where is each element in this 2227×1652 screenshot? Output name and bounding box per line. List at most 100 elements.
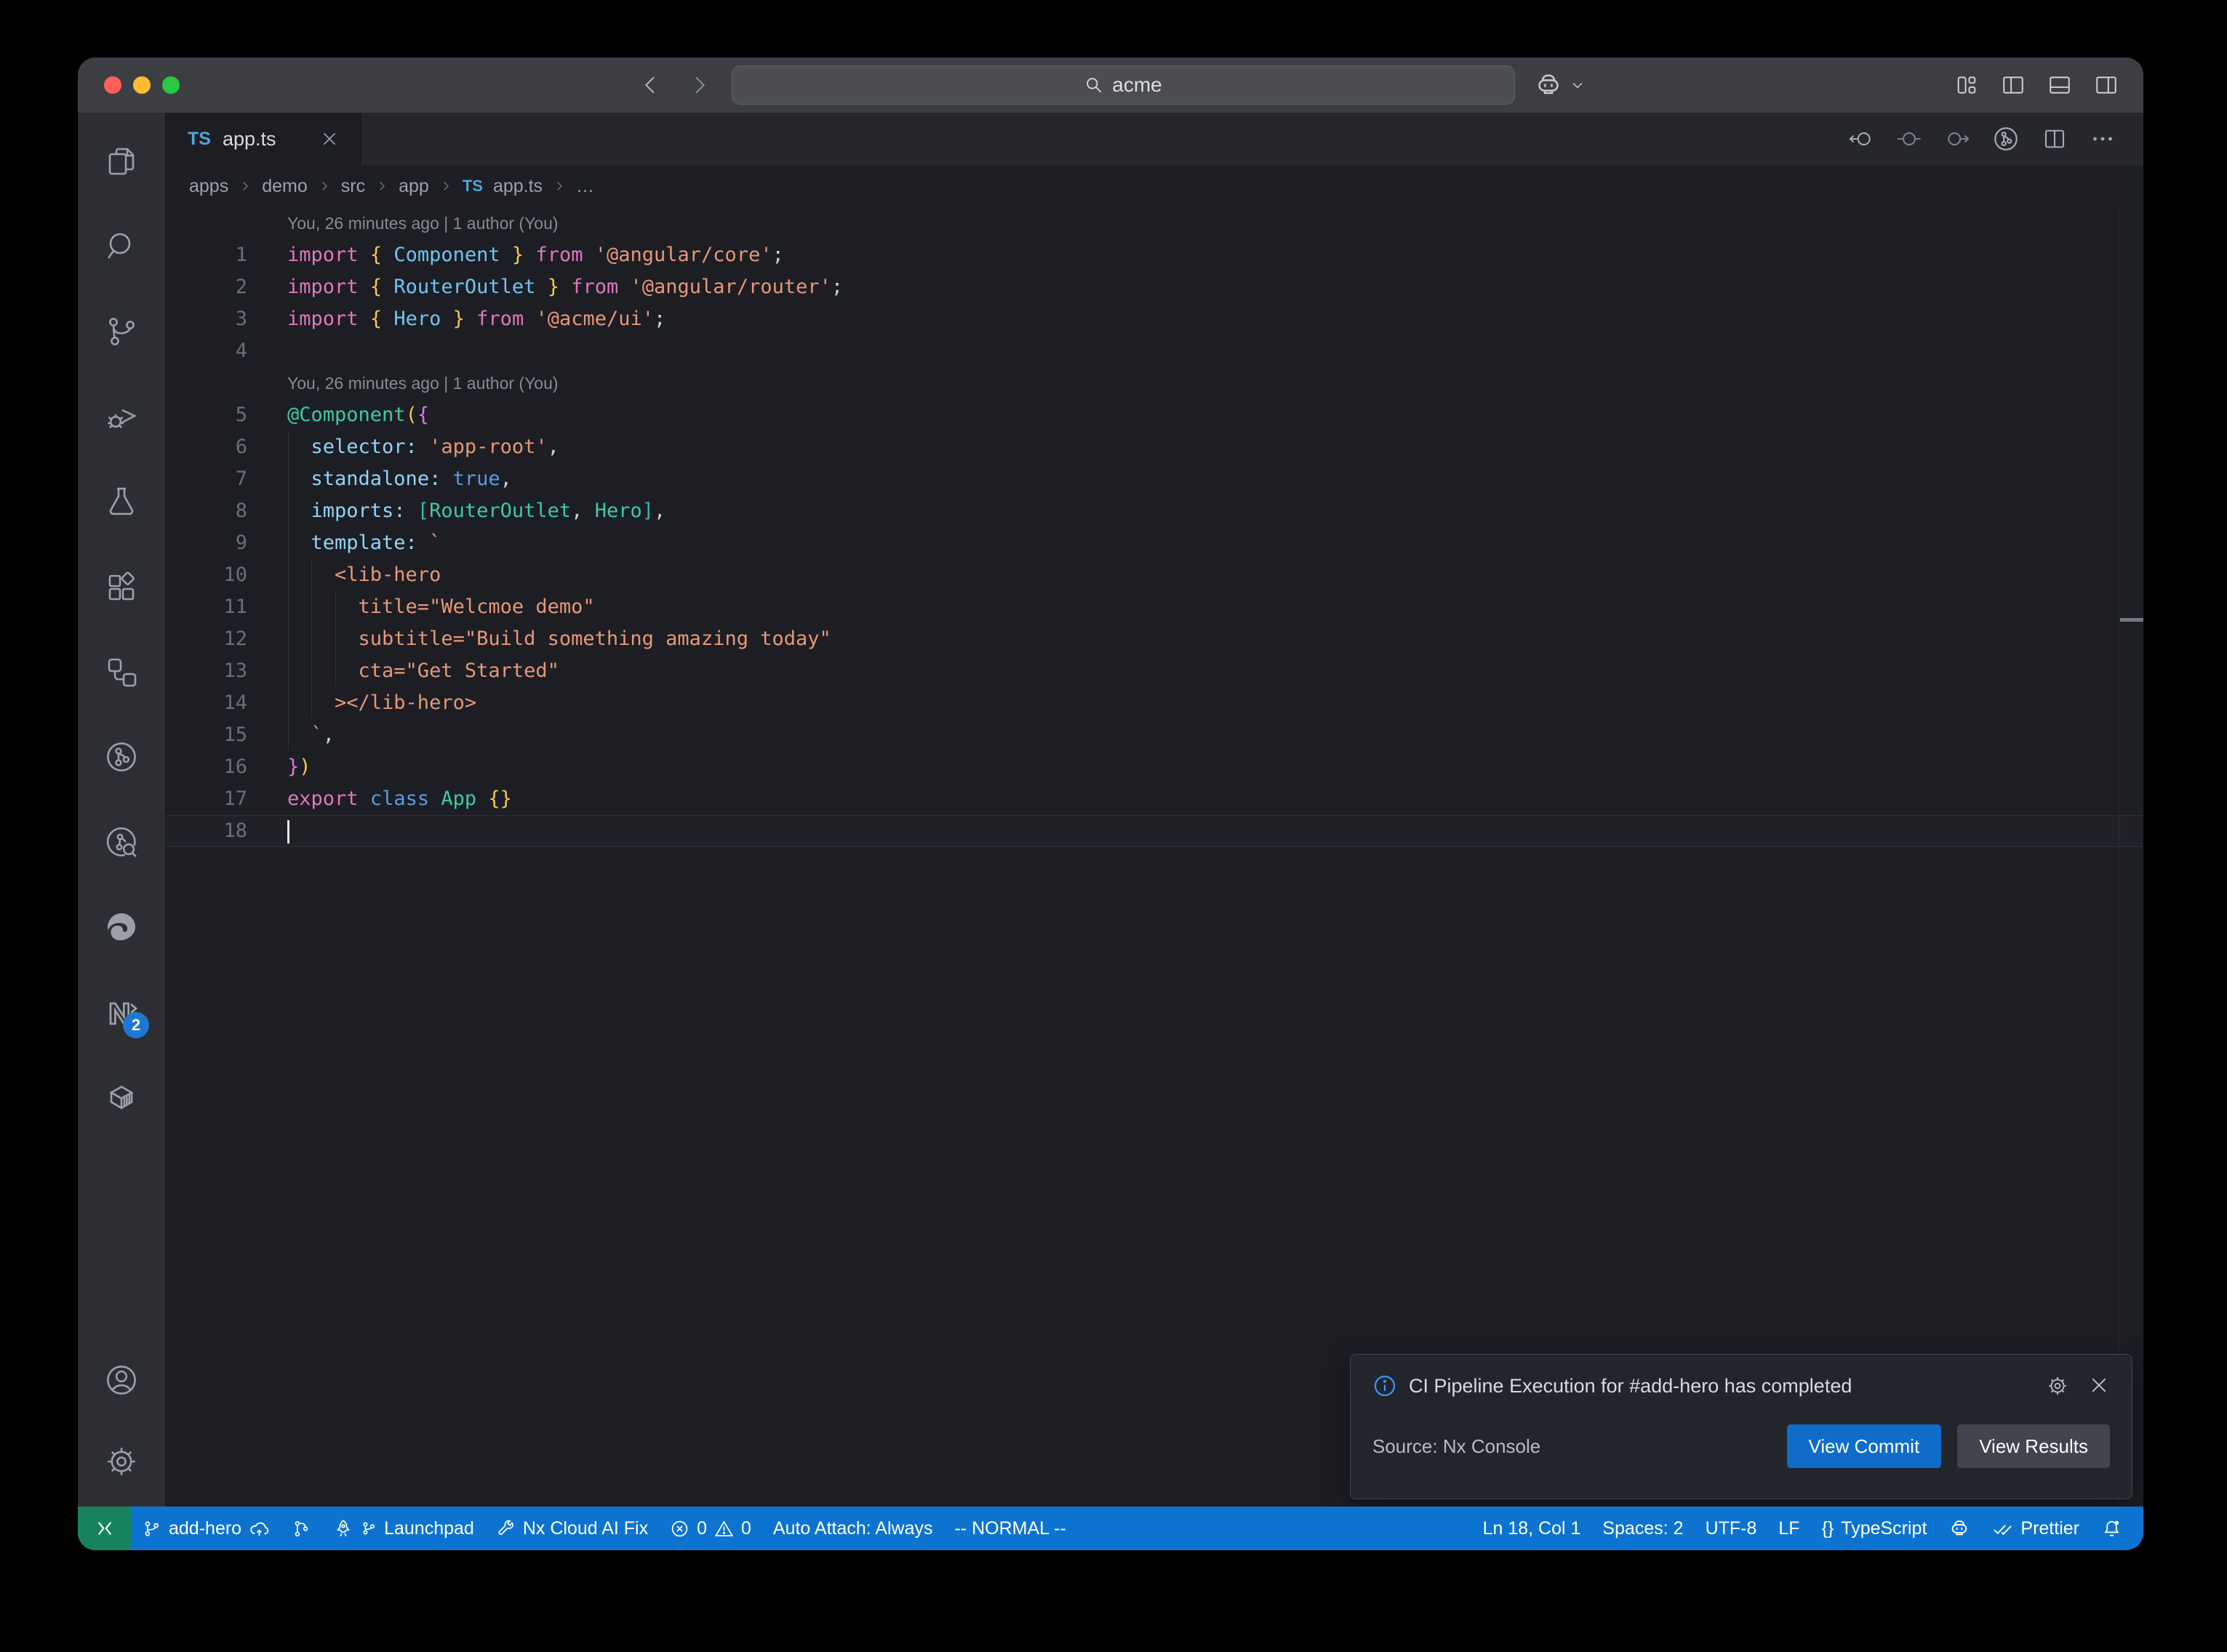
eol-status[interactable]: LF	[1767, 1507, 1810, 1550]
remote-indicator[interactable]	[78, 1507, 131, 1550]
commit-graph-icon[interactable]	[1992, 125, 2020, 153]
code-line[interactable]: 14 ></lib-hero>	[166, 687, 2143, 719]
git-branch-status[interactable]: add-hero	[131, 1507, 281, 1550]
code-line[interactable]: 9 template: `	[166, 527, 2143, 559]
code-line[interactable]: 13 cta="Get Started"	[166, 655, 2143, 687]
code-line[interactable]: 10 <lib-hero	[166, 559, 2143, 591]
nx-cloud-fix-label: Nx Cloud AI Fix	[523, 1518, 648, 1539]
nav-current-icon[interactable]	[1896, 126, 1922, 152]
containers-icon[interactable]	[104, 1080, 139, 1115]
search-sidebar-icon[interactable]	[104, 229, 139, 264]
scrollbar-marker[interactable]	[2120, 618, 2143, 622]
line-number: 17	[166, 783, 247, 815]
line-number: 7	[166, 463, 247, 495]
notification-title: CI Pipeline Execution for #add-hero has …	[1409, 1375, 1852, 1398]
code-line[interactable]: 17export class App {}	[166, 783, 2143, 815]
git-compare-icon	[292, 1519, 311, 1539]
chevron-down-icon[interactable]	[1570, 78, 1585, 92]
code-line[interactable]: 6 selector: 'app-root',	[166, 431, 2143, 463]
branch-name: add-hero	[169, 1518, 241, 1539]
close-window-button[interactable]	[104, 76, 121, 94]
breadcrumb-item[interactable]: app	[399, 176, 429, 197]
toggle-primary-sidebar-icon[interactable]	[2001, 73, 2026, 97]
copilot-icon[interactable]	[1534, 71, 1563, 100]
errors-icon	[670, 1519, 689, 1539]
extensions-icon[interactable]	[104, 569, 139, 604]
indent-guide	[335, 591, 336, 687]
history-forward-icon[interactable]	[687, 73, 711, 97]
nav-back-icon[interactable]	[1848, 126, 1874, 152]
rocket-icon	[333, 1518, 353, 1539]
nx-cloud-fix-status[interactable]: Nx Cloud AI Fix	[485, 1507, 659, 1550]
encoding-status[interactable]: UTF-8	[1695, 1507, 1768, 1550]
minimize-window-button[interactable]	[133, 76, 151, 94]
code-line[interactable]: 15 `,	[166, 719, 2143, 751]
code-line[interactable]: 1import { Component } from '@angular/cor…	[166, 239, 2143, 271]
code-line[interactable]: 3import { Hero } from '@acme/ui';	[166, 303, 2143, 335]
close-tab-icon[interactable]	[320, 129, 339, 148]
tab-app-ts[interactable]: TS app.ts	[166, 113, 361, 165]
cursor-position-status[interactable]: Ln 18, Col 1	[1472, 1507, 1592, 1550]
nx-console-icon[interactable]: 2	[104, 995, 139, 1030]
code-line[interactable]: 4	[166, 335, 2143, 367]
prettier-status[interactable]: Prettier	[1981, 1507, 2090, 1550]
view-results-button[interactable]: View Results	[1957, 1424, 2110, 1468]
titlebar: acme	[78, 57, 2143, 113]
breadcrumb-item[interactable]: apps	[189, 176, 228, 197]
line-number: 15	[166, 719, 247, 751]
breadcrumb-item[interactable]: demo	[262, 176, 308, 197]
auto-attach-status[interactable]: Auto Attach: Always	[762, 1507, 944, 1550]
code-line[interactable]: 18	[166, 815, 2143, 847]
code-line[interactable]: 8 imports: [RouterOutlet, Hero],	[166, 495, 2143, 527]
settings-gear-icon[interactable]	[104, 1444, 139, 1479]
split-editor-icon[interactable]	[2042, 126, 2068, 152]
remote-icon	[95, 1518, 115, 1539]
copilot-status[interactable]	[1938, 1507, 1981, 1550]
copilot-icon	[1948, 1517, 1970, 1539]
more-actions-icon[interactable]	[2090, 126, 2116, 152]
gitlens-inspect-icon[interactable]	[104, 825, 139, 859]
testing-icon[interactable]	[104, 484, 139, 519]
line-number: 4	[166, 335, 247, 367]
indentation-status[interactable]: Spaces: 2	[1591, 1507, 1694, 1550]
launchpad-status[interactable]: Launchpad	[322, 1507, 485, 1550]
wrench-icon	[496, 1519, 516, 1539]
code-line[interactable]: 12 subtitle="Build something amazing tod…	[166, 623, 2143, 655]
breadcrumb-file[interactable]: app.ts	[493, 176, 543, 197]
line-number: 18	[166, 815, 247, 847]
toggle-panel-icon[interactable]	[2047, 73, 2072, 97]
code-line[interactable]: 16})	[166, 751, 2143, 783]
toggle-secondary-sidebar-icon[interactable]	[2094, 73, 2119, 97]
blame-annotation: You, 26 minutes ago | 1 author (You)	[166, 367, 2143, 399]
double-check-icon	[1992, 1518, 2013, 1539]
source-control-icon[interactable]	[104, 314, 139, 349]
code-editor[interactable]: You, 26 minutes ago | 1 author (You) 1imp…	[166, 207, 2143, 1507]
notification-close-icon[interactable]	[2088, 1374, 2110, 1398]
code-line[interactable]: 7 standalone: true,	[166, 463, 2143, 495]
git-compare-status[interactable]	[281, 1507, 322, 1550]
code-line[interactable]: 5@Component({	[166, 399, 2143, 431]
account-icon[interactable]	[104, 1363, 139, 1398]
explorer-icon[interactable]	[104, 144, 139, 179]
notification-settings-icon[interactable]	[2046, 1374, 2069, 1398]
code-line[interactable]: 2import { RouterOutlet } from '@angular/…	[166, 271, 2143, 303]
history-back-icon[interactable]	[639, 73, 663, 97]
line-number: 3	[166, 303, 247, 335]
breadcrumb-overflow[interactable]: …	[576, 176, 594, 197]
zoom-window-button[interactable]	[162, 76, 180, 94]
problems-status[interactable]: 0 0	[659, 1507, 762, 1550]
command-center-search[interactable]: acme	[732, 65, 1515, 105]
typescript-file-icon: TS	[188, 129, 211, 150]
notifications-bell[interactable]	[2090, 1507, 2133, 1550]
nav-forward-icon[interactable]	[1944, 126, 1970, 152]
run-debug-icon[interactable]	[104, 399, 139, 434]
customize-layout-icon[interactable]	[1954, 73, 1979, 97]
language-status[interactable]: {}TypeScript	[1811, 1507, 1938, 1550]
edge-devtools-icon[interactable]	[104, 910, 139, 945]
code-line[interactable]: 11 title="Welcmoe demo"	[166, 591, 2143, 623]
project-structure-icon[interactable]	[104, 654, 139, 689]
view-commit-button[interactable]: View Commit	[1787, 1424, 1942, 1468]
breadcrumb-item[interactable]: src	[341, 176, 365, 197]
gitlens-icon[interactable]	[104, 739, 139, 774]
vim-mode-status[interactable]: -- NORMAL --	[943, 1507, 1076, 1550]
